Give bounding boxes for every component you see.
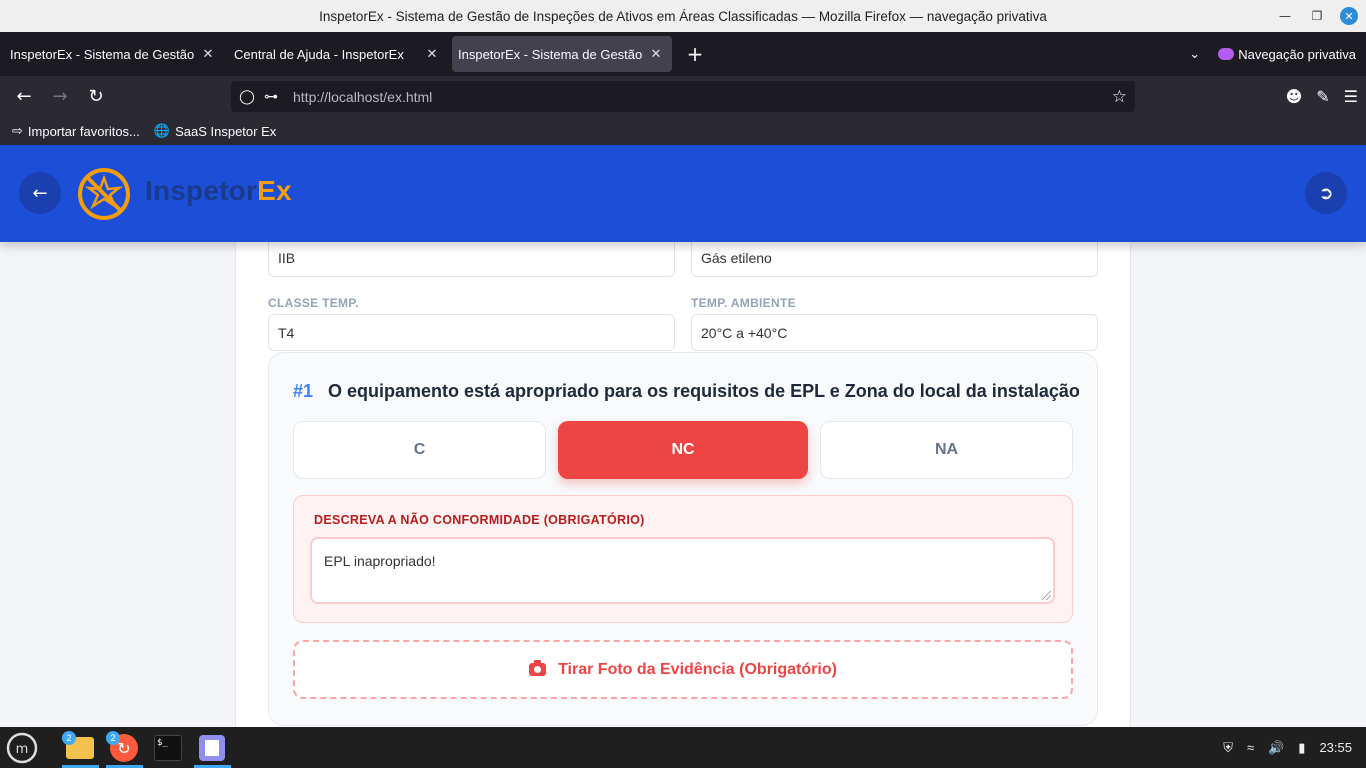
classe-temp-label: CLASSE TEMP. [268,296,359,310]
private-label: Navegação privativa [1238,46,1356,62]
nonconformity-label: DESCREVA A NÃO CONFORMIDADE (OBRIGATÓRIO… [314,513,645,527]
option-label: NA [934,441,959,458]
option-label: C [413,441,426,458]
temp-ambiente-value: 20°C a +40°C [701,324,788,341]
option-c-button[interactable]: C [293,421,546,479]
bookmarks-bar: ⇨ Importar favoritos... 🌐 SaaS Inspetor … [0,117,1366,145]
files-badge: 2 [62,731,76,745]
bookmark-label: Importar favoritos... [27,123,140,139]
minimize-icon[interactable]: — [1276,7,1294,25]
restore-icon[interactable]: ❐ [1308,7,1326,25]
tab-label: InspetorEx - Sistema de Gestão de Inspeç… [10,46,198,62]
shield-tray-icon[interactable]: ⛨ [1223,740,1233,756]
extensions-icon[interactable]: ✎ [1316,87,1329,106]
tab-close-icon[interactable]: ✕ [646,46,666,62]
resize-handle-icon[interactable] [1042,591,1051,600]
wifi-icon[interactable]: ≈ [1247,740,1254,755]
take-photo-label: Tirar Foto da Evidência (Obrigatório) [558,660,837,678]
classe-temp-field[interactable]: T4 [268,314,675,351]
classe-temp-value: T4 [278,324,295,341]
globe-icon: 🌐 [153,123,171,138]
volume-icon[interactable]: 🔊 [1268,740,1284,756]
option-nc-button[interactable]: NC [558,421,808,479]
take-photo-button[interactable]: Tirar Foto da Evidência (Obrigatório) [293,640,1073,699]
tab-strip: InspetorEx - Sistema de Gestão de Inspeç… [0,32,1366,76]
private-mask-icon [1218,47,1235,60]
camera-icon [529,660,547,676]
firefox-badge: 2 [106,731,120,745]
battery-icon[interactable]: ▮ [1298,740,1305,756]
nonconformity-text: EPL inapropriado! [324,553,436,569]
key-icon[interactable]: ⊶ [259,88,283,105]
back-button[interactable]: ← [19,172,61,214]
files-folder-icon[interactable]: 2 [62,730,98,766]
question-number: #1 [293,381,314,401]
logout-button[interactable]: ➲ [1305,172,1347,214]
nonconformity-textarea[interactable]: EPL inapropriado! [310,537,1055,604]
question-text: O equipamento está apropriado para os re… [328,381,1080,401]
nav-bar: ← → ↻ ◯ ⊶ http://localhost/ex.html ☆ ☻ ✎… [0,76,1366,117]
temp-ambiente-label: TEMP. AMBIENTE [691,296,796,310]
forward-arrow-icon[interactable]: → [42,82,78,112]
bookmark-star-icon[interactable]: ☆ [1112,87,1127,107]
url-bar[interactable]: ◯ ⊶ http://localhost/ex.html ☆ [231,81,1135,112]
bookmark-import[interactable]: ⇨ Importar favoritos... [12,123,140,139]
logout-icon: ➲ [1318,182,1334,204]
window-titlebar: InspetorEx - Sistema de Gestão de Inspeç… [0,0,1366,32]
option-label: NC [671,441,695,458]
new-tab-plus-icon[interactable]: + [680,42,710,66]
arrow-left-icon: ← [32,182,48,204]
gas-field[interactable]: Gás etileno [691,240,1098,277]
terminal-icon[interactable]: $_ [150,730,186,766]
menu-hamburger-icon[interactable]: ☰ [1344,87,1358,106]
window-title: InspetorEx - Sistema de Gestão de Inspeç… [319,8,1047,24]
temp-ambiente-field[interactable]: 20°C a +40°C [691,314,1098,351]
taskbar: m 2 ↻ 2 $_ ⛨ ≈ 🔊 ▮ 23:55 [0,727,1366,768]
tab-close-icon[interactable]: ✕ [422,46,442,62]
list-tabs-chevron-icon[interactable]: ⌄ [1189,46,1200,62]
reload-icon[interactable]: ↻ [78,82,114,112]
url-text[interactable]: http://localhost/ex.html [293,89,432,105]
bookmark-label: SaaS Inspetor Ex [175,123,277,139]
gas-value: Gás etileno [701,250,772,266]
close-icon[interactable]: ✕ [1340,7,1358,25]
option-na-button[interactable]: NA [820,421,1073,479]
menu-icon[interactable]: m [4,730,40,766]
grupo-value: IIB [278,250,296,266]
tab-label: Central de Ajuda - InspetorEx [234,46,404,62]
svg-text:m: m [16,742,29,757]
brand-part-2: Ex [257,175,292,206]
shield-icon[interactable]: ◯ [235,88,259,105]
clock[interactable]: 23:55 [1319,740,1352,755]
tab-label: InspetorEx - Sistema de Gestão de Inspeç… [458,46,646,62]
tab-central-ajuda[interactable]: Central de Ajuda - InspetorEx ✕ [228,36,448,72]
brand-part-1: Inspetor [145,175,258,206]
app-header: ← InspetorEx ➲ [0,145,1366,242]
tab-close-icon[interactable]: ✕ [198,46,218,62]
account-icon[interactable]: ☻ [1286,87,1303,106]
tab-inspetorex-active[interactable]: InspetorEx - Sistema de Gestão de Inspeç… [452,36,672,72]
inspetorex-logo-icon [78,168,130,220]
text-editor-icon[interactable] [194,730,230,766]
firefox-icon[interactable]: ↻ 2 [106,730,142,766]
tab-inspetorex-1[interactable]: InspetorEx - Sistema de Gestão de Inspeç… [4,36,224,72]
private-browsing-indicator: Navegação privativa [1218,47,1356,62]
grupo-field[interactable]: IIB [268,240,675,277]
back-arrow-icon[interactable]: ← [6,82,42,112]
brand-name: InspetorEx [145,175,292,207]
import-icon: ⇨ [12,123,23,138]
bookmark-saas[interactable]: 🌐 SaaS Inspetor Ex [154,123,276,139]
